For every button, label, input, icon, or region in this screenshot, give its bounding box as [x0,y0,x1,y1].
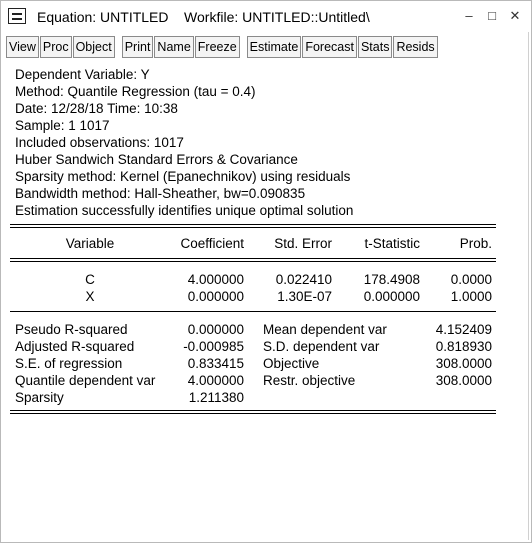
t-statistic-value: 178.4908 [363,272,420,287]
divider [10,410,496,414]
stat-label: Pseudo R-squared [15,322,128,337]
col-coefficient: Coefficient [180,236,244,251]
variable-name: C [85,272,95,287]
coefficient-value: 4.000000 [187,272,244,287]
col-prob: Prob. [459,236,492,251]
title-bar[interactable]: Equation: UNTITLED Workfile: UNTITLED::U… [1,1,531,32]
prob-value: 0.0000 [450,272,492,287]
std-error-value: 0.022410 [275,272,332,287]
prob-value: 1.0000 [450,289,492,304]
stat-value: 0.000000 [187,322,244,337]
object-button[interactable]: Object [72,36,115,58]
stat-value: 1.211380 [188,390,244,405]
stat-label: Objective [263,356,320,371]
estimate-button[interactable]: Estimate [246,36,302,58]
stat-label: Quantile dependent var [15,373,156,388]
forecast-button[interactable]: Forecast [302,36,357,58]
toolbar: View Proc Object Print Name Freeze Estim… [6,36,439,58]
stat-value: 4.000000 [187,373,244,388]
proc-button[interactable]: Proc [39,36,72,58]
sample-line: Sample: 1 1017 [15,118,110,133]
coefficient-value: 0.000000 [187,289,244,304]
name-button[interactable]: Name [154,36,194,58]
estimation-status-line: Estimation successfully identifies uniqu… [15,203,354,218]
std-error-value: 1.30E-07 [277,289,332,304]
system-menu-icon[interactable] [8,8,26,24]
sparsity-method-line: Sparsity method: Kernel (Epanechnikov) u… [15,169,351,184]
divider [10,311,496,312]
minimize-icon[interactable]: – [462,8,476,24]
stat-value: 4.152409 [435,322,492,337]
scroll-edge [528,32,529,540]
col-t-statistic: t-Statistic [364,236,420,251]
stat-label: S.E. of regression [15,356,123,371]
covariance-line: Huber Sandwich Standard Errors & Covaria… [15,152,298,167]
stat-label: Adjusted R-squared [15,339,135,354]
resids-button[interactable]: Resids [393,36,438,58]
equation-window: Equation: UNTITLED Workfile: UNTITLED::U… [0,0,532,543]
view-button[interactable]: View [6,36,39,58]
close-icon[interactable]: ✕ [508,8,522,24]
stat-value: 308.0000 [435,356,492,371]
stat-label: Restr. objective [263,373,356,388]
stats-button[interactable]: Stats [357,36,393,58]
divider [10,258,496,262]
stat-label: Sparsity [15,390,64,405]
stat-label: S.D. dependent var [263,339,380,354]
date-line: Date: 12/28/18 Time: 10:38 [15,101,178,116]
t-statistic-value: 0.000000 [363,289,420,304]
stat-label: Mean dependent var [263,322,387,337]
divider [10,224,496,228]
window-title: Equation: UNTITLED Workfile: UNTITLED::U… [37,9,370,25]
print-button[interactable]: Print [121,36,154,58]
col-std-error: Std. Error [274,236,332,251]
bandwidth-line: Bandwidth method: Hall-Sheather, bw=0.09… [15,186,306,201]
stat-value: 308.0000 [435,373,492,388]
stat-value: 0.818930 [435,339,492,354]
maximize-icon[interactable]: □ [485,8,499,24]
stat-value: -0.000985 [183,339,244,354]
freeze-button[interactable]: Freeze [194,36,240,58]
variable-name: X [85,289,95,304]
stat-value: 0.833415 [187,356,244,371]
observations-line: Included observations: 1017 [15,135,184,150]
col-variable: Variable [65,236,115,251]
output-area: Dependent Variable: Y Method: Quantile R… [8,63,498,535]
method-line: Method: Quantile Regression (tau = 0.4) [15,84,256,99]
dependent-variable-line: Dependent Variable: Y [15,67,150,82]
